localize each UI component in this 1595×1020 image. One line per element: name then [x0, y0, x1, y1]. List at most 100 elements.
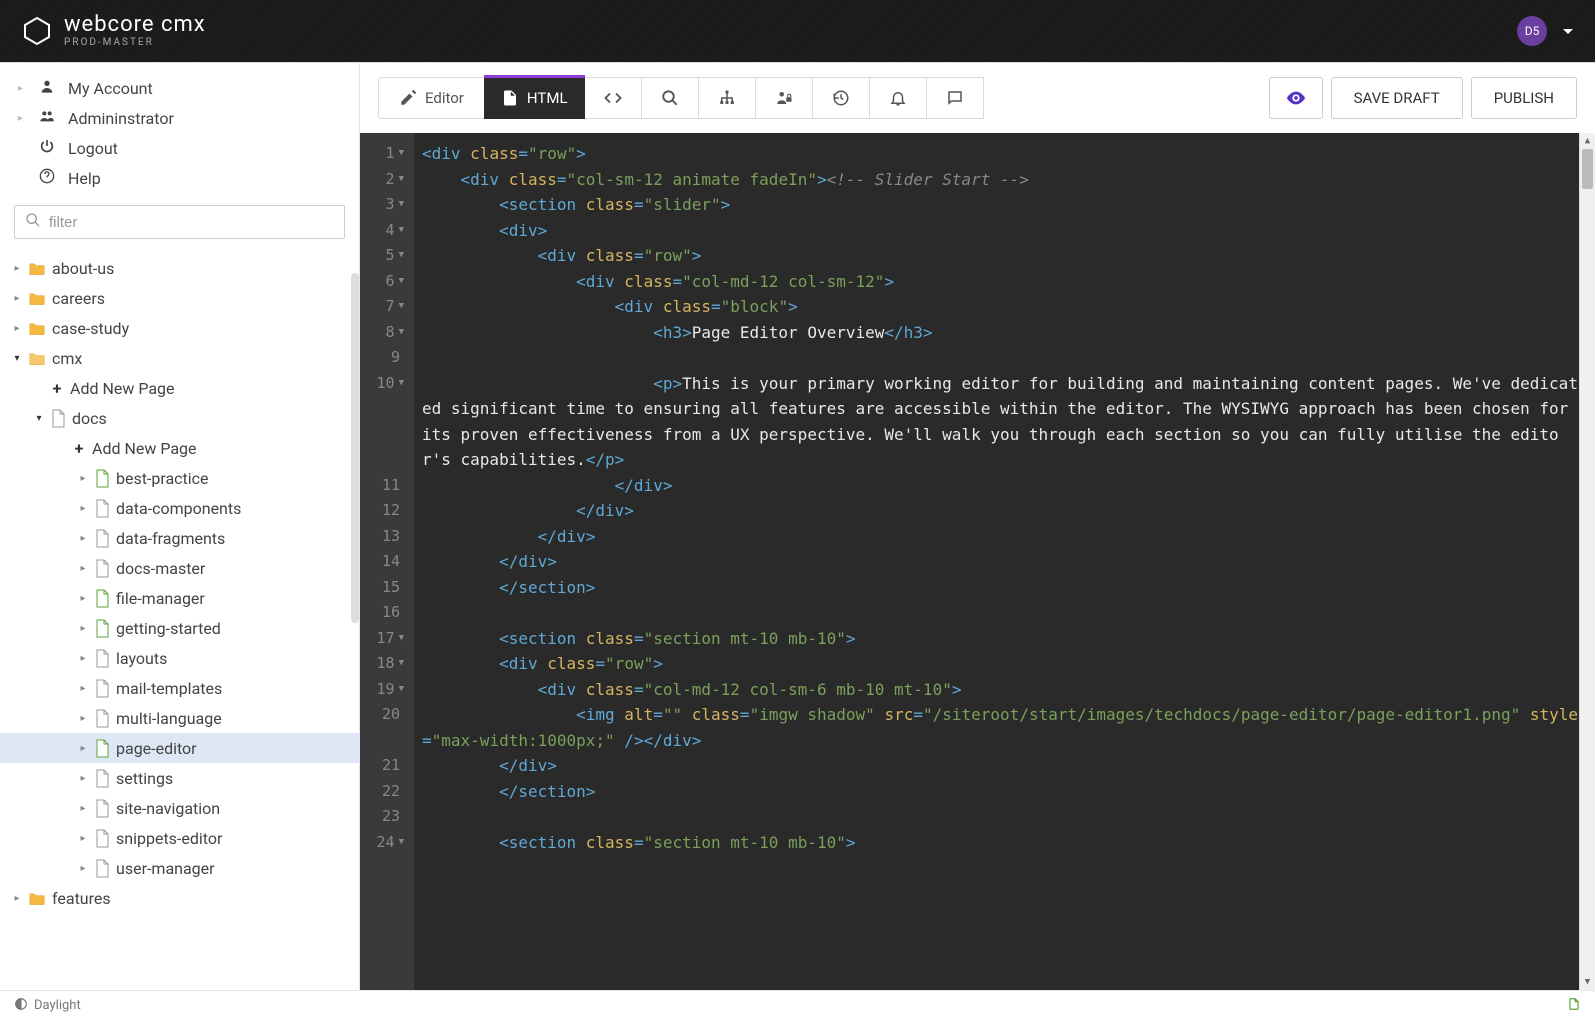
tab-sitemap[interactable]: [698, 77, 756, 119]
chevron-icon: ▸: [78, 713, 88, 724]
tree-file[interactable]: ▾docs: [0, 403, 359, 433]
tab-history[interactable]: [812, 77, 870, 119]
gutter-line: 12: [360, 498, 410, 524]
chevron-icon: ▸: [12, 293, 22, 304]
fold-icon[interactable]: ▼: [399, 626, 404, 652]
fold-icon[interactable]: ▼: [399, 651, 404, 677]
fold-icon[interactable]: ▼: [399, 269, 404, 295]
gutter-line: [360, 422, 410, 448]
account-menu-item[interactable]: ▸Admininstrator: [0, 103, 359, 133]
user-avatar[interactable]: D5: [1517, 16, 1547, 46]
code-line[interactable]: <div class="col-md-12 col-sm-6 mb-10 mt-…: [422, 677, 1583, 703]
tree-file[interactable]: ▸data-components: [0, 493, 359, 523]
tab-code[interactable]: [584, 77, 642, 119]
tab-comments[interactable]: [926, 77, 984, 119]
tree-file[interactable]: ▸multi-language: [0, 703, 359, 733]
code-line[interactable]: <section class="section mt-10 mb-10">: [422, 830, 1583, 856]
fold-icon[interactable]: ▼: [399, 371, 404, 397]
tree-file[interactable]: ▸page-editor: [0, 733, 359, 763]
app-header: webcore cmx PROD-MASTER D5: [0, 0, 1595, 62]
fold-icon[interactable]: ▼: [399, 320, 404, 346]
code-editor[interactable]: 1▼2▼3▼4▼5▼6▼7▼8▼910▼11121314151617▼18▼19…: [360, 133, 1595, 990]
code-line[interactable]: <div class="col-md-12 col-sm-12">: [422, 269, 1583, 295]
tree-file[interactable]: ▸best-practice: [0, 463, 359, 493]
code-line[interactable]: </div>: [422, 549, 1583, 575]
code-line[interactable]: <div class="row">: [422, 243, 1583, 269]
save-draft-button[interactable]: SAVE DRAFT: [1331, 77, 1463, 119]
preview-button[interactable]: [1269, 77, 1323, 119]
tree-file[interactable]: ▸docs-master: [0, 553, 359, 583]
tree-file[interactable]: ▸mail-templates: [0, 673, 359, 703]
code-line[interactable]: <div class="row">: [422, 141, 1583, 167]
code-line[interactable]: </div>: [422, 524, 1583, 550]
code-line[interactable]: [422, 600, 1583, 626]
tree-folder[interactable]: ▾cmx: [0, 343, 359, 373]
tree-file[interactable]: ▸snippets-editor: [0, 823, 359, 853]
tree-file[interactable]: ▸getting-started: [0, 613, 359, 643]
scroll-down-arrow-icon[interactable]: ▼: [1580, 974, 1595, 990]
filter-input[interactable]: [49, 214, 334, 231]
code-line[interactable]: [422, 345, 1583, 371]
code-scrollbar[interactable]: ▲ ▼: [1579, 133, 1595, 990]
code-line[interactable]: </div>: [422, 753, 1583, 779]
code-line[interactable]: <h3>Page Editor Overview</h3>: [422, 320, 1583, 346]
gutter-line: 23: [360, 804, 410, 830]
tab-editor[interactable]: Editor: [378, 77, 485, 119]
code-line[interactable]: <img alt="" class="imgw shadow" src="/si…: [422, 702, 1583, 753]
account-menu-label: Admininstrator: [68, 109, 174, 128]
filter-box[interactable]: [14, 205, 345, 239]
tree-file[interactable]: ▸user-manager: [0, 853, 359, 883]
tree-label: Add New Page: [92, 439, 197, 458]
account-menu-item[interactable]: Logout: [0, 133, 359, 163]
fold-icon[interactable]: ▼: [399, 167, 404, 193]
scroll-up-arrow-icon[interactable]: ▲: [1580, 133, 1595, 149]
fold-icon[interactable]: ▼: [399, 192, 404, 218]
tree-folder[interactable]: ▸case-study: [0, 313, 359, 343]
code-line[interactable]: [422, 804, 1583, 830]
tree-folder[interactable]: ▸features: [0, 883, 359, 913]
code-line[interactable]: </section>: [422, 575, 1583, 601]
code-line[interactable]: </div>: [422, 498, 1583, 524]
add-page-button[interactable]: +Add New Page: [0, 373, 359, 403]
tab-html[interactable]: HTML: [484, 77, 585, 119]
code-line[interactable]: </div>: [422, 473, 1583, 499]
code-line[interactable]: <p>This is your primary working editor f…: [422, 371, 1583, 473]
tab-permissions[interactable]: [755, 77, 813, 119]
fold-icon[interactable]: ▼: [399, 218, 404, 244]
code-line[interactable]: <div class="col-sm-12 animate fadeIn"><!…: [422, 167, 1583, 193]
fold-icon[interactable]: ▼: [399, 141, 404, 167]
tab-notifications[interactable]: [869, 77, 927, 119]
add-page-button[interactable]: +Add New Page: [0, 433, 359, 463]
tree-folder[interactable]: ▸about-us: [0, 253, 359, 283]
account-menu-item[interactable]: Help: [0, 163, 359, 193]
fold-icon[interactable]: ▼: [399, 677, 404, 703]
code-content[interactable]: <div class="row"> <div class="col-sm-12 …: [414, 133, 1595, 990]
chevron-icon: ▸: [78, 533, 88, 544]
account-menu-item[interactable]: ▸My Account: [0, 73, 359, 103]
tree-label: careers: [52, 289, 105, 308]
gutter-line: 13: [360, 524, 410, 550]
tree-file[interactable]: ▸data-fragments: [0, 523, 359, 553]
sidebar-scrollbar[interactable]: [351, 273, 359, 623]
tree-file[interactable]: ▸site-navigation: [0, 793, 359, 823]
code-line[interactable]: <div class="block">: [422, 294, 1583, 320]
publish-button[interactable]: PUBLISH: [1471, 77, 1577, 119]
fold-icon[interactable]: ▼: [399, 294, 404, 320]
code-line[interactable]: <div>: [422, 218, 1583, 244]
tab-search[interactable]: [641, 77, 699, 119]
user-menu-caret-icon[interactable]: [1563, 29, 1573, 34]
file-icon: [94, 499, 110, 517]
tree-folder[interactable]: ▸ careers: [0, 283, 359, 313]
fold-icon[interactable]: ▼: [399, 830, 404, 856]
code-line[interactable]: <section class="slider">: [422, 192, 1583, 218]
chevron-icon: ▸: [78, 503, 88, 514]
code-line[interactable]: <div class="row">: [422, 651, 1583, 677]
code-line[interactable]: <section class="section mt-10 mb-10">: [422, 626, 1583, 652]
tree-file[interactable]: ▸layouts: [0, 643, 359, 673]
fold-icon[interactable]: ▼: [399, 243, 404, 269]
theme-icon[interactable]: [14, 997, 28, 1015]
tree-file[interactable]: ▸file-manager: [0, 583, 359, 613]
code-line[interactable]: </section>: [422, 779, 1583, 805]
scrollbar-thumb[interactable]: [1582, 149, 1593, 189]
tree-file[interactable]: ▸settings: [0, 763, 359, 793]
